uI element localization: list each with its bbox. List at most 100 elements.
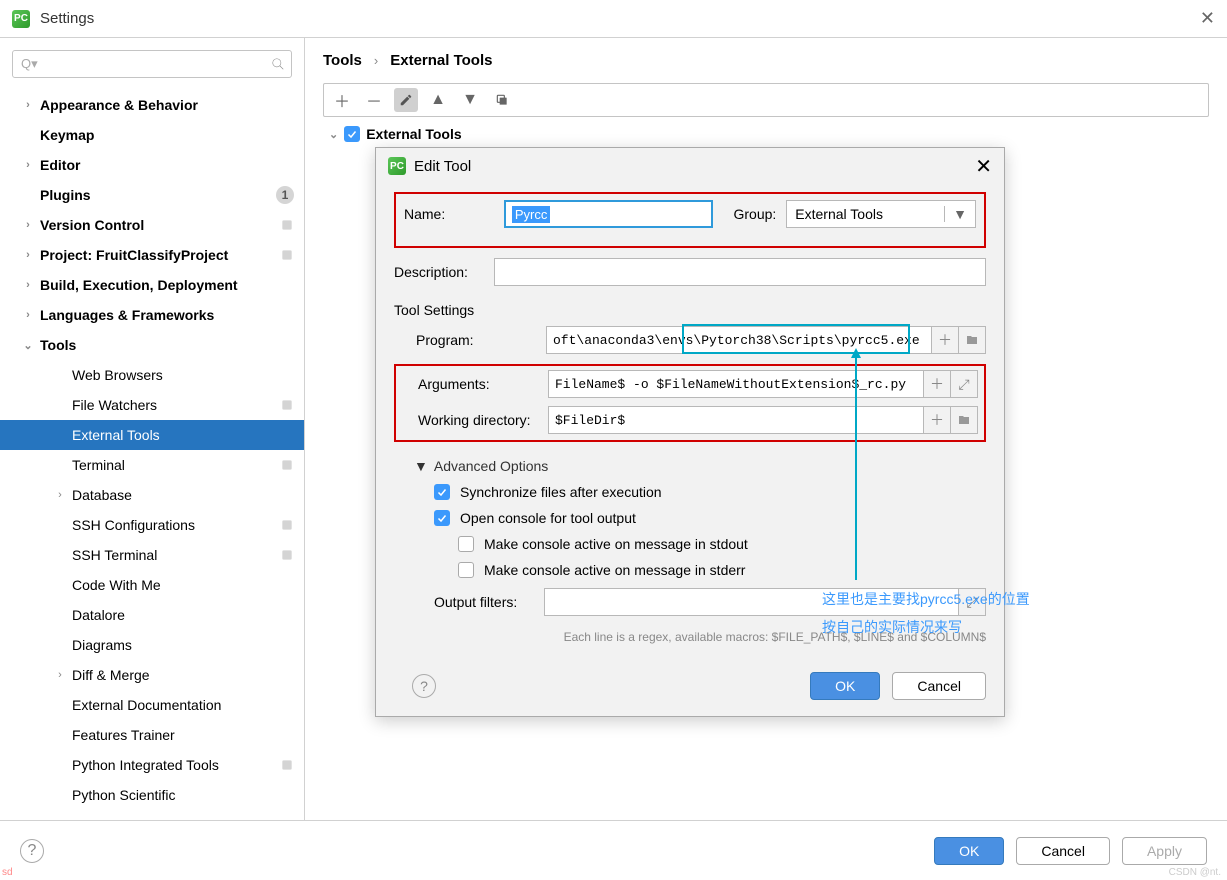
breadcrumb: Tools › External Tools [323,52,1209,69]
chevron-icon: › [22,309,34,321]
chevron-icon: › [54,489,66,501]
apply-button[interactable]: Apply [1122,837,1207,865]
browse-folder-button[interactable] [950,406,978,434]
dialog-title: Edit Tool [414,158,471,175]
advanced-options-toggle[interactable]: ▼ Advanced Options [394,452,986,484]
stderr-label: Make console active on message in stderr [484,562,745,578]
watermark: CSDN @nt. [1169,867,1221,878]
sidebar-item-datalore[interactable]: Datalore [0,600,304,630]
annotation-red-box-top: Name: Pyrcc Group: External Tools ▼ [394,192,986,248]
close-icon[interactable]: ✕ [1200,8,1215,29]
sidebar-item-diff-merge[interactable]: › Diff & Merge [0,660,304,690]
cancel-button[interactable]: Cancel [1016,837,1110,865]
search-input[interactable]: Q▾ [12,50,292,78]
chevron-icon: › [54,669,66,681]
breadcrumb-a[interactable]: Tools [323,52,362,69]
sidebar-item-code-with-me[interactable]: Code With Me [0,570,304,600]
sidebar-item-label: Python Scientific [72,787,176,803]
console-checkbox[interactable] [434,510,450,526]
sidebar-item-label: External Tools [72,427,160,443]
remove-button[interactable]: － [362,88,386,112]
sidebar-item-tools[interactable]: ⌄Tools [0,330,304,360]
chevron-icon: › [22,219,34,231]
help-button[interactable]: ? [20,839,44,863]
ok-button[interactable]: OK [934,837,1004,865]
sidebar-item-editor[interactable]: › Editor [0,150,304,180]
advanced-options-label: Advanced Options [434,458,548,474]
toolbar: ＋ － ▲ ▼ [323,83,1209,117]
sidebar: Q▾ ›Appearance & BehaviorKeymap › Editor Pl… [0,38,305,820]
sidebar-item-label: Editor [40,157,80,173]
external-tools-group[interactable]: ⌄ External Tools [329,123,1209,145]
sidebar-item-web-browsers[interactable]: Web Browsers [0,360,304,390]
sidebar-item-file-watchers[interactable]: File Watchers [0,390,304,420]
group-label: Group: [733,206,776,222]
chevron-icon: › [22,279,34,291]
sidebar-item-label: Terminal [72,457,125,473]
program-field[interactable] [546,326,932,354]
stderr-checkbox[interactable] [458,562,474,578]
settings-tree[interactable]: ›Appearance & BehaviorKeymap › Editor Plugi… [0,90,304,820]
sync-checkbox[interactable] [434,484,450,500]
copy-button[interactable] [490,88,514,112]
breadcrumb-b: External Tools [390,52,492,69]
sd-mark: sd [2,867,13,878]
sidebar-item-plugins[interactable]: Plugins1 [0,180,304,210]
expand-button[interactable]: ⤢ [950,370,978,398]
sidebar-item-external-documentation[interactable]: External Documentation [0,690,304,720]
pycharm-icon: PC [388,157,406,175]
sidebar-item-project-fruitclassifyproject[interactable]: ›Project: FruitClassifyProject [0,240,304,270]
sidebar-item-terminal[interactable]: Terminal [0,450,304,480]
down-button[interactable]: ▼ [458,88,482,112]
dropdown-icon: ▼ [944,206,967,222]
filters-label: Output filters: [434,594,544,610]
sidebar-item-database[interactable]: ›Database [0,480,304,510]
chevron-down-icon: ⌄ [329,128,338,141]
bottom-bar: ? OK Cancel Apply [0,820,1227,880]
sidebar-item-keymap[interactable]: Keymap [0,120,304,150]
scope-icon [280,218,294,232]
sidebar-item-build-execution-deployment[interactable]: ›Build, Execution, Deployment [0,270,304,300]
tool-settings-heading: Tool Settings [394,298,986,326]
chevron-icon: › [22,159,34,171]
sidebar-item-ssh-configurations[interactable]: SSH Configurations [0,510,304,540]
dialog-ok-button[interactable]: OK [810,672,880,700]
dialog-close-icon[interactable]: ✕ [975,154,992,179]
sidebar-item-languages-frameworks[interactable]: ›Languages & Frameworks [0,300,304,330]
sidebar-item-label: Web Browsers [72,367,163,383]
group-select[interactable]: External Tools ▼ [786,200,976,228]
group-checkbox[interactable] [344,126,360,142]
name-field[interactable]: Pyrcc [504,200,714,228]
dialog-cancel-button[interactable]: Cancel [892,672,986,700]
console-label: Open console for tool output [460,510,636,526]
search-icon [271,57,285,71]
sidebar-item-label: Tools [40,337,76,353]
sidebar-item-label: Features Trainer [72,727,175,743]
up-button[interactable]: ▲ [426,88,450,112]
insert-macro-button[interactable]: ＋ [923,406,951,434]
arguments-field[interactable] [548,370,924,398]
annotation-text: 这里也是主要找pyrcc5.exe的位置 按自己的实际情况来写 [822,585,1030,641]
sidebar-item-external-tools[interactable]: External Tools [0,420,304,450]
description-field[interactable] [494,258,986,286]
browse-folder-button[interactable] [958,326,986,354]
sidebar-item-python-scientific[interactable]: Python Scientific [0,780,304,810]
sidebar-item-version-control[interactable]: ›Version Control [0,210,304,240]
group-value: External Tools [795,206,883,222]
sidebar-item-label: Diff & Merge [72,667,150,683]
insert-macro-button[interactable]: ＋ [931,326,959,354]
edit-button[interactable] [394,88,418,112]
sidebar-item-features-trainer[interactable]: Features Trainer [0,720,304,750]
stdout-checkbox[interactable] [458,536,474,552]
help-button[interactable]: ? [412,674,436,698]
sidebar-item-ssh-terminal[interactable]: SSH Terminal [0,540,304,570]
sidebar-item-python-integrated-tools[interactable]: Python Integrated Tools [0,750,304,780]
add-button[interactable]: ＋ [330,88,354,112]
pycharm-icon: PC [12,10,30,28]
window-title: Settings [40,10,94,27]
working-dir-field[interactable] [548,406,924,434]
sidebar-item-diagrams[interactable]: Diagrams [0,630,304,660]
sidebar-item-appearance-behavior[interactable]: ›Appearance & Behavior [0,90,304,120]
insert-macro-button[interactable]: ＋ [923,370,951,398]
sidebar-item-label: Plugins [40,187,91,203]
